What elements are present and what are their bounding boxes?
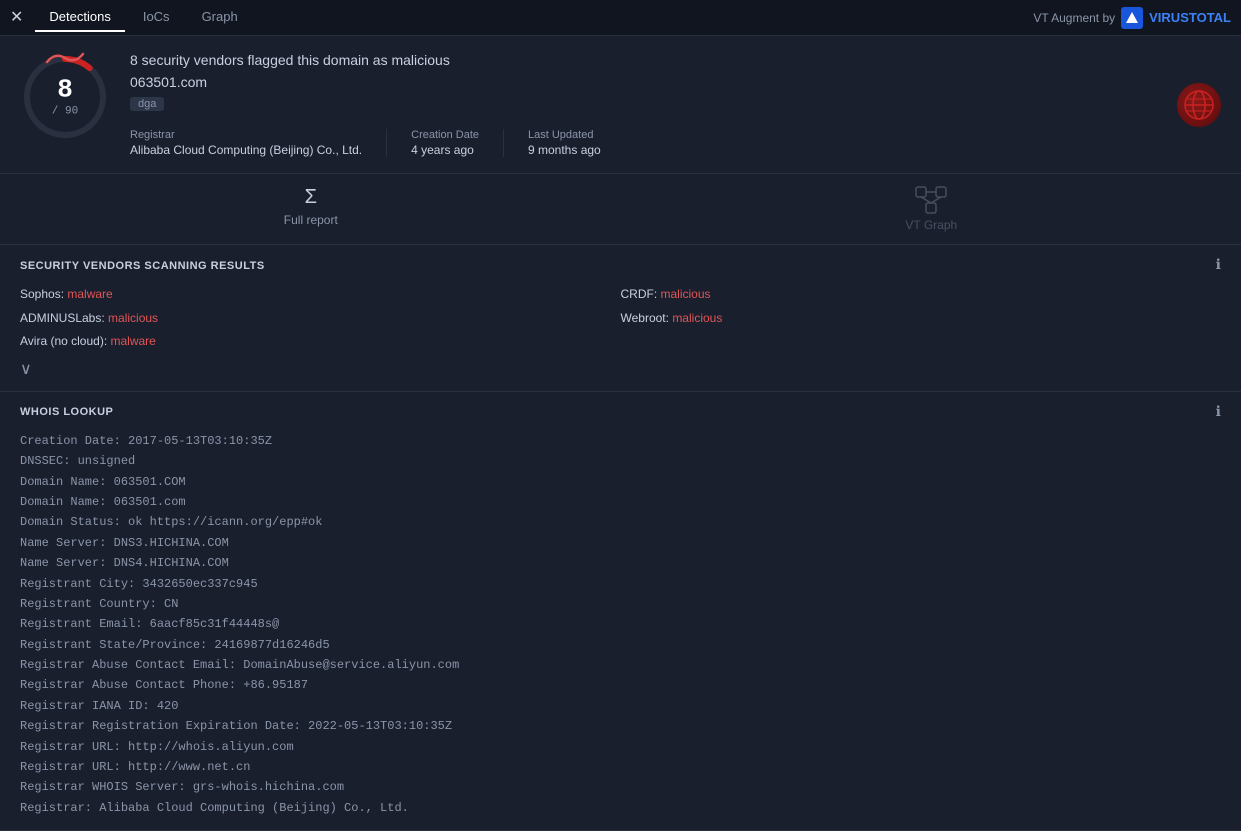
full-report-button[interactable]: Σ Full report [284, 186, 338, 232]
full-report-label: Full report [284, 213, 338, 227]
registrar-block: Registrar Alibaba Cloud Computing (Beiji… [130, 129, 387, 157]
security-section-header: SECURITY VENDORS SCANNING RESULTS ℹ [20, 257, 1221, 274]
whois-section-title: WHOIS LOOKUP [20, 406, 113, 418]
top-navigation: ✕ Detections IoCs Graph VT Augment by VI… [0, 0, 1241, 36]
result-adminuslabs: malicious [108, 311, 158, 325]
last-updated-label: Last Updated [528, 129, 601, 141]
creation-label: Creation Date [411, 129, 479, 141]
vt-logo-text: VIRUSTOTAL [1149, 10, 1231, 25]
tab-detections[interactable]: Detections [35, 3, 124, 32]
dga-tag: dga [130, 97, 164, 111]
detection-grid: Sophos: malware CRDF: malicious ADMINUSL… [20, 284, 1221, 353]
summary-section: 8 / 90 8 security vendors flagged this d… [0, 36, 1241, 174]
vt-graph-button[interactable]: VT Graph [905, 186, 957, 232]
last-updated-block: Last Updated 9 months ago [528, 129, 625, 157]
globe-icon [1177, 83, 1221, 127]
close-button[interactable]: ✕ [10, 10, 23, 26]
last-updated-value: 9 months ago [528, 143, 601, 157]
security-vendors-section: SECURITY VENDORS SCANNING RESULTS ℹ Soph… [0, 245, 1241, 392]
whois-section: WHOIS LOOKUP ℹ Creation Date: 2017-05-13… [0, 392, 1241, 831]
security-section-title: SECURITY VENDORS SCANNING RESULTS [20, 260, 265, 272]
flagged-text: 8 security vendors flagged this domain a… [130, 52, 1157, 68]
tab-iocs[interactable]: IoCs [129, 3, 184, 32]
vt-graph-icon [915, 186, 947, 214]
tab-graph[interactable]: Graph [188, 3, 252, 32]
whois-text: Creation Date: 2017-05-13T03:10:35Z DNSS… [20, 431, 1221, 818]
result-sophos: malware [67, 287, 112, 301]
result-webroot: malicious [672, 311, 722, 325]
whois-section-header: WHOIS LOOKUP ℹ [20, 404, 1221, 421]
detection-item-sophos: Sophos: malware [20, 284, 621, 306]
action-bar: Σ Full report VT Graph [0, 174, 1241, 245]
detection-item-webroot: Webroot: malicious [621, 308, 1222, 330]
registrar-label: Registrar [130, 129, 362, 141]
result-crdf: malicious [661, 287, 711, 301]
result-avira: malware [111, 334, 156, 348]
summary-info: 8 security vendors flagged this domain a… [130, 52, 1157, 157]
expand-button[interactable]: ∨ [20, 359, 1221, 379]
security-info-icon[interactable]: ℹ [1216, 257, 1221, 274]
domain-name: 063501.com [130, 74, 1157, 90]
detection-item-adminuslabs: ADMINUSLabs: malicious [20, 308, 621, 330]
augment-text: VT Augment by [1033, 11, 1115, 25]
creation-date-block: Creation Date 4 years ago [411, 129, 504, 157]
creation-value: 4 years ago [411, 143, 479, 157]
score-number: 8 [52, 77, 78, 103]
sigma-icon: Σ [305, 186, 317, 209]
vt-graph-label: VT Graph [905, 218, 957, 232]
meta-row: Registrar Alibaba Cloud Computing (Beiji… [130, 129, 1157, 157]
vendor-webroot: Webroot: [621, 311, 673, 325]
detection-item-avira: Avira (no cloud): malware [20, 331, 621, 353]
registrar-value: Alibaba Cloud Computing (Beijing) Co., L… [130, 143, 362, 157]
score-circle: 8 / 90 [20, 52, 110, 142]
detection-item-crdf: CRDF: malicious [621, 284, 1222, 306]
score-display: 8 / 90 [52, 77, 78, 118]
whois-info-icon[interactable]: ℹ [1216, 404, 1221, 421]
vt-icon [1121, 7, 1143, 29]
score-denom: / 90 [52, 106, 78, 118]
nav-tabs: Detections IoCs Graph [35, 3, 251, 32]
vendor-crdf: CRDF: [621, 287, 661, 301]
vendor-avira: Avira (no cloud): [20, 334, 111, 348]
augment-section: VT Augment by VIRUSTOTAL [1033, 7, 1231, 29]
vendor-adminuslabs: ADMINUSLabs: [20, 311, 108, 325]
vendor-sophos: Sophos: [20, 287, 67, 301]
